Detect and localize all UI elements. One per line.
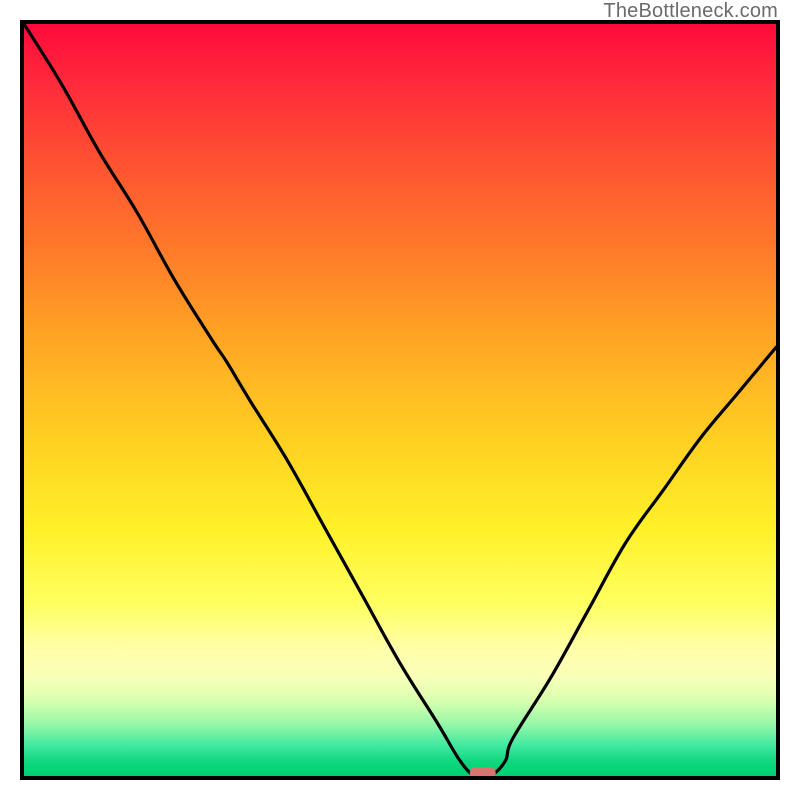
chart-stage: TheBottleneck.com bbox=[0, 0, 800, 800]
plot-area bbox=[20, 20, 780, 780]
bottleneck-curve bbox=[24, 24, 776, 776]
